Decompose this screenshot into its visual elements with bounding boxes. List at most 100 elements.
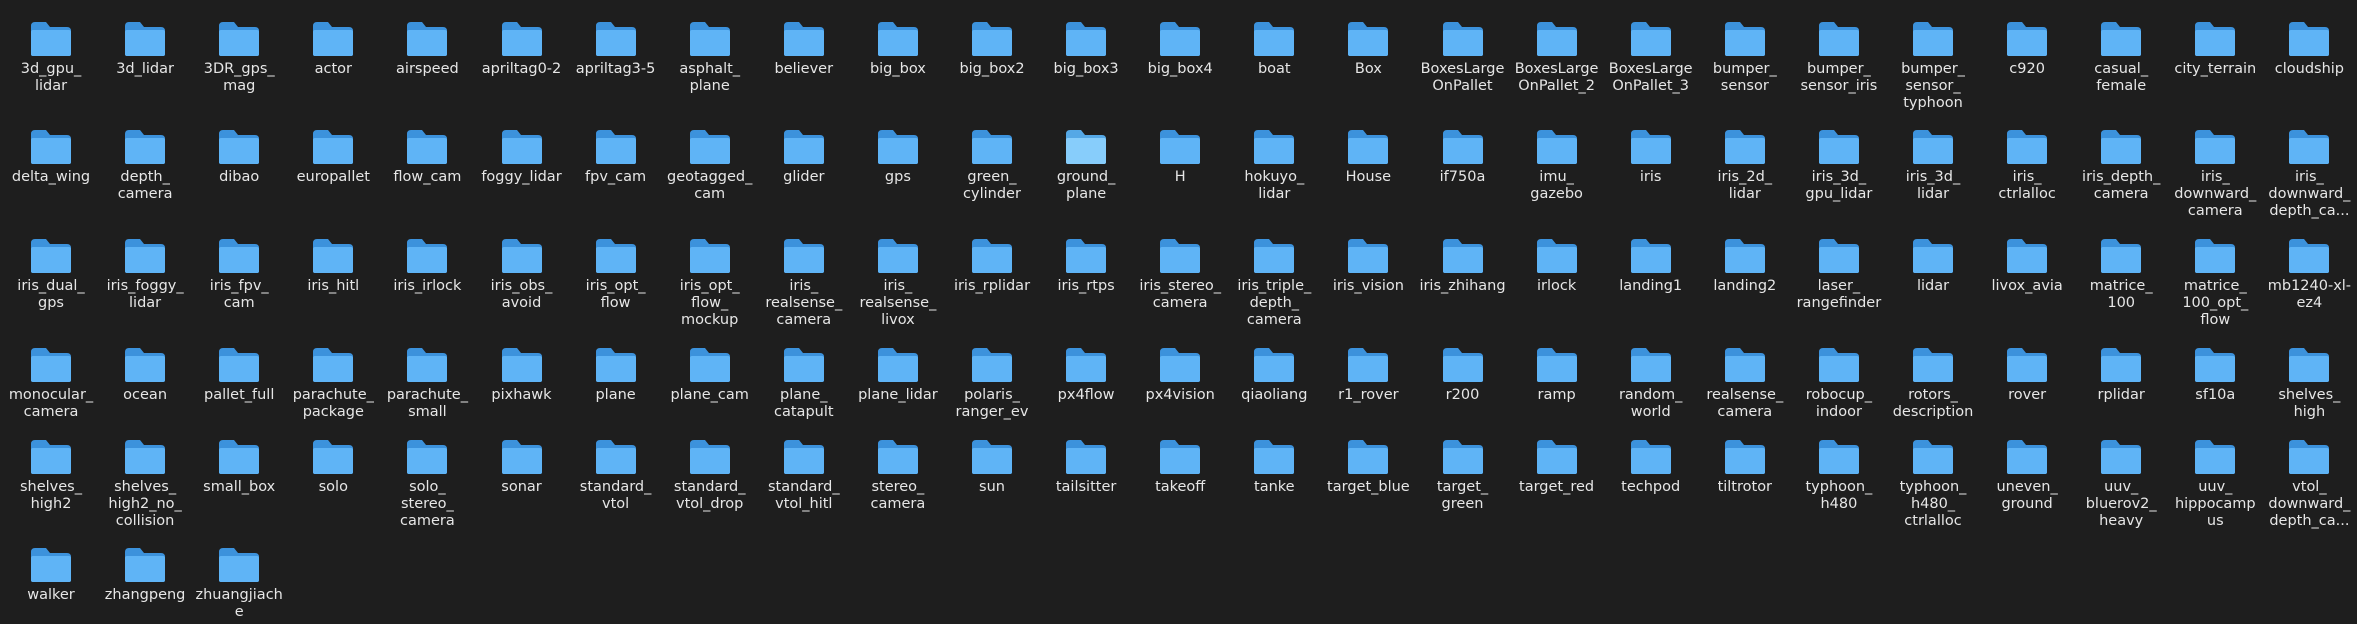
folder-item-plane_catapult[interactable]: plane_ catapult <box>757 346 851 421</box>
folder-item-target_green[interactable]: target_ green <box>1416 438 1510 513</box>
folder-item-plane[interactable]: plane <box>569 346 663 404</box>
folder-item-rplidar[interactable]: rplidar <box>2074 346 2168 404</box>
folder-item-iris_rplidar[interactable]: iris_rplidar <box>945 237 1039 295</box>
folder-item-iris_3d_gpu_lidar[interactable]: iris_3d_ gpu_lidar <box>1792 128 1886 203</box>
folder-item-city_terrain[interactable]: city_terrain <box>2168 20 2262 78</box>
folder-item-europallet[interactable]: europallet <box>286 128 380 186</box>
folder-item-bumper_sensor[interactable]: bumper_ sensor <box>1698 20 1792 95</box>
folder-item-px4flow[interactable]: px4flow <box>1039 346 1133 404</box>
folder-item-target_blue[interactable]: target_blue <box>1321 438 1415 496</box>
folder-item-standard_vtol[interactable]: standard_ vtol <box>569 438 663 513</box>
folder-item-iris_vision[interactable]: iris_vision <box>1321 237 1415 295</box>
folder-item-zhangpeng[interactable]: zhangpeng <box>98 546 192 604</box>
folder-item-iris_ctrlalloc[interactable]: iris_ ctrlalloc <box>1980 128 2074 203</box>
folder-item-sun[interactable]: sun <box>945 438 1039 496</box>
folder-item-delta_wing[interactable]: delta_wing <box>4 128 98 186</box>
folder-item-stereo_camera[interactable]: stereo_ camera <box>851 438 945 513</box>
folder-item-iris_stereo_camera[interactable]: iris_stereo_ camera <box>1133 237 1227 312</box>
folder-item-iris[interactable]: iris <box>1604 128 1698 186</box>
folder-item-shelves_high[interactable]: shelves_ high <box>2262 346 2356 421</box>
folder-item-random_world[interactable]: random_ world <box>1604 346 1698 421</box>
folder-item-iris_fpv_cam[interactable]: iris_fpv_ cam <box>192 237 286 312</box>
folder-item-iris_triple_depth_camera[interactable]: iris_triple_ depth_ camera <box>1227 237 1321 329</box>
folder-item-glider[interactable]: glider <box>757 128 851 186</box>
folder-item-takeoff[interactable]: takeoff <box>1133 438 1227 496</box>
folder-item-parachute_small[interactable]: parachute_ small <box>380 346 474 421</box>
folder-item-iris_2d_lidar[interactable]: iris_2d_ lidar <box>1698 128 1792 203</box>
folder-item-uneven_ground[interactable]: uneven_ ground <box>1980 438 2074 513</box>
folder-item-sf10a[interactable]: sf10a <box>2168 346 2262 404</box>
folder-item-standard_vtol_drop[interactable]: standard_ vtol_drop <box>663 438 757 513</box>
folder-item-solo[interactable]: solo <box>286 438 380 496</box>
folder-item-BoxesLargeOnPallet_3[interactable]: BoxesLarge OnPallet_3 <box>1604 20 1698 95</box>
folder-item-iris_downward_camera[interactable]: iris_ downward_ camera <box>2168 128 2262 220</box>
folder-item-Box[interactable]: Box <box>1321 20 1415 78</box>
folder-item-rover[interactable]: rover <box>1980 346 2074 404</box>
folder-item-livox_avia[interactable]: livox_avia <box>1980 237 2074 295</box>
folder-item-iris_foggy_lidar[interactable]: iris_foggy_ lidar <box>98 237 192 312</box>
folder-item-big_box3[interactable]: big_box3 <box>1039 20 1133 78</box>
folder-item-ocean[interactable]: ocean <box>98 346 192 404</box>
folder-item-landing2[interactable]: landing2 <box>1698 237 1792 295</box>
folder-item-parachute_package[interactable]: parachute_ package <box>286 346 380 421</box>
folder-item-geotagged_cam[interactable]: geotagged_ cam <box>663 128 757 203</box>
folder-item-monocular_camera[interactable]: monocular_ camera <box>4 346 98 421</box>
folder-item-iris_dual_gps[interactable]: iris_dual_ gps <box>4 237 98 312</box>
folder-item-House[interactable]: House <box>1321 128 1415 186</box>
folder-item-big_box[interactable]: big_box <box>851 20 945 78</box>
folder-item-foggy_lidar[interactable]: foggy_lidar <box>475 128 569 186</box>
folder-item-iris_rtps[interactable]: iris_rtps <box>1039 237 1133 295</box>
folder-item-iris_opt_flow_mockup[interactable]: iris_opt_ flow_ mockup <box>663 237 757 329</box>
folder-item-solo_stereo_camera[interactable]: solo_ stereo_ camera <box>380 438 474 530</box>
folder-item-standard_vtol_hitl[interactable]: standard_ vtol_hitl <box>757 438 851 513</box>
folder-item-landing1[interactable]: landing1 <box>1604 237 1698 295</box>
folder-item-big_box2[interactable]: big_box2 <box>945 20 1039 78</box>
folder-item-target_red[interactable]: target_red <box>1510 438 1604 496</box>
folder-item-bumper_sensor_iris[interactable]: bumper_ sensor_iris <box>1792 20 1886 95</box>
folder-item-3d_lidar[interactable]: 3d_lidar <box>98 20 192 78</box>
folder-item-realsense_camera[interactable]: realsense_ camera <box>1698 346 1792 421</box>
folder-item-depth_camera[interactable]: depth_ camera <box>98 128 192 203</box>
folder-item-robocup_indoor[interactable]: robocup_ indoor <box>1792 346 1886 421</box>
folder-item-dibao[interactable]: dibao <box>192 128 286 186</box>
folder-item-boat[interactable]: boat <box>1227 20 1321 78</box>
folder-item-uuv_hippocampus[interactable]: uuv_ hippocamp us <box>2168 438 2262 530</box>
folder-item-shelves_high2[interactable]: shelves_ high2 <box>4 438 98 513</box>
folder-item-ramp[interactable]: ramp <box>1510 346 1604 404</box>
folder-item-iris_hitl[interactable]: iris_hitl <box>286 237 380 295</box>
folder-item-matrice_100_opt_flow[interactable]: matrice_ 100_opt_ flow <box>2168 237 2262 329</box>
folder-item-small_box[interactable]: small_box <box>192 438 286 496</box>
folder-item-typhoon_h480[interactable]: typhoon_ h480 <box>1792 438 1886 513</box>
folder-item-uuv_bluerov2_heavy[interactable]: uuv_ bluerov2_ heavy <box>2074 438 2168 530</box>
folder-item-flow_cam[interactable]: flow_cam <box>380 128 474 186</box>
folder-item-cloudship[interactable]: cloudship <box>2262 20 2356 78</box>
folder-item-sonar[interactable]: sonar <box>475 438 569 496</box>
folder-item-apriltag3-5[interactable]: apriltag3-5 <box>569 20 663 78</box>
folder-item-BoxesLargeOnPallet[interactable]: BoxesLarge OnPallet <box>1416 20 1510 95</box>
folder-item-iris_downward_depth_camera[interactable]: iris_ downward_ depth_ca... <box>2262 128 2356 220</box>
folder-item-matrice_100[interactable]: matrice_ 100 <box>2074 237 2168 312</box>
folder-item-vtol_downward_depth_camera[interactable]: vtol_ downward_ depth_ca... <box>2262 438 2356 530</box>
folder-item-plane_lidar[interactable]: plane_lidar <box>851 346 945 404</box>
folder-item-H[interactable]: H <box>1133 128 1227 186</box>
folder-item-iris_realsense_camera[interactable]: iris_ realsense_ camera <box>757 237 851 329</box>
folder-item-zhuangjiache[interactable]: zhuangjiach e <box>192 546 286 621</box>
folder-item-laser_rangefinder[interactable]: laser_ rangefinder <box>1792 237 1886 312</box>
folder-item-px4vision[interactable]: px4vision <box>1133 346 1227 404</box>
folder-item-pixhawk[interactable]: pixhawk <box>475 346 569 404</box>
folder-item-rotors_description[interactable]: rotors_ description <box>1886 346 1980 421</box>
folder-item-plane_cam[interactable]: plane_cam <box>663 346 757 404</box>
folder-item-tanke[interactable]: tanke <box>1227 438 1321 496</box>
folder-item-irlock[interactable]: irlock <box>1510 237 1604 295</box>
folder-item-iris_obs_avoid[interactable]: iris_obs_ avoid <box>475 237 569 312</box>
folder-item-r1_rover[interactable]: r1_rover <box>1321 346 1415 404</box>
folder-item-fpv_cam[interactable]: fpv_cam <box>569 128 663 186</box>
folder-item-walker[interactable]: walker <box>4 546 98 604</box>
folder-item-ground_plane[interactable]: ground_ plane <box>1039 128 1133 203</box>
folder-item-techpod[interactable]: techpod <box>1604 438 1698 496</box>
folder-item-iris_irlock[interactable]: iris_irlock <box>380 237 474 295</box>
folder-item-iris_realsense_livox[interactable]: iris_ realsense_ livox <box>851 237 945 329</box>
folder-item-tiltrotor[interactable]: tiltrotor <box>1698 438 1792 496</box>
folder-item-shelves_high2_no_collision[interactable]: shelves_ high2_no_ collision <box>98 438 192 530</box>
folder-item-polaris_ranger_ev[interactable]: polaris_ ranger_ev <box>945 346 1039 421</box>
